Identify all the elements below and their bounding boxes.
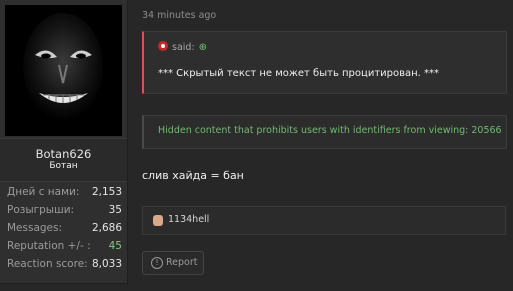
user-title: Ботан	[49, 161, 78, 171]
stat-value: 2,686	[91, 222, 122, 234]
user-info: Botan626 Ботан	[0, 138, 127, 182]
stat-row-giveaways: Розыгрыши: 35	[0, 202, 127, 220]
stat-value: 35	[108, 204, 122, 216]
stat-label: Дней с нами:	[7, 186, 80, 198]
user-stats: Дней с нами: 2,153 Розыгрыши: 35 Message…	[0, 184, 127, 274]
quote-text: *** Скрытый текст не может быть процитир…	[158, 68, 440, 79]
post-message: слив хайда = бан	[142, 169, 244, 182]
stat-value: 2,153	[91, 186, 122, 198]
user-sidebar: Botan626 Ботан Дней с нами: 2,153 Розыгр…	[0, 0, 128, 284]
quote-block: said: ⊕ *** Скрытый текст не может быть п…	[142, 31, 507, 94]
quote-said-label: said:	[172, 42, 195, 53]
stat-label: Messages:	[7, 222, 63, 234]
face-avatar-icon	[5, 5, 122, 136]
stat-value: 8,033	[91, 258, 122, 270]
stat-label: Reaction score:	[7, 258, 88, 270]
report-button[interactable]: ! Report	[142, 251, 204, 275]
stat-row-reputation: Reputation +/- : 45	[0, 238, 127, 256]
username[interactable]: Botan626	[0, 147, 127, 161]
reactions-bar: 1134hell	[142, 206, 506, 235]
stat-label: Reputation +/- :	[7, 240, 91, 252]
stat-row-reaction-score: Reaction score: 8,033	[0, 256, 127, 274]
post-timestamp[interactable]: 34 minutes ago	[142, 10, 216, 21]
report-icon: !	[151, 257, 163, 269]
avatar[interactable]	[5, 5, 122, 136]
hidden-content-notice: Hidden content that prohibits users with…	[142, 115, 507, 149]
stat-label: Розыгрыши:	[7, 204, 75, 216]
hidden-content-text: Hidden content that prohibits users with…	[158, 125, 502, 136]
stat-value: 45	[108, 240, 122, 252]
liker-name-link[interactable]: 1134hell	[168, 214, 209, 225]
stat-row-days: Дней с нами: 2,153	[0, 184, 127, 202]
liker-avatar-icon	[153, 215, 163, 226]
quoted-user-avatar-icon[interactable]	[158, 41, 168, 51]
arrow-up-circle-icon[interactable]: ⊕	[199, 42, 207, 53]
quote-header: said: ⊕	[158, 41, 207, 53]
report-label: Report	[166, 257, 198, 268]
stat-row-messages: Messages: 2,686	[0, 220, 127, 238]
